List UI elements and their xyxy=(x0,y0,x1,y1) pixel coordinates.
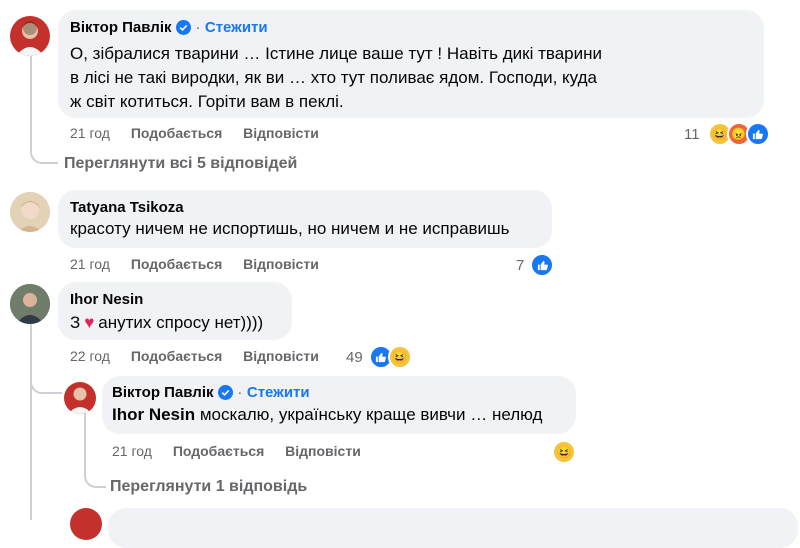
reactions-summary[interactable]: 😆 xyxy=(552,440,576,464)
reply-actions: 21 год Подобається Відповісти xyxy=(112,443,378,459)
reply-button[interactable]: Відповісти xyxy=(285,443,361,459)
verified-icon xyxy=(175,20,191,40)
comment-author[interactable]: Tatyana Tsikoza xyxy=(70,199,184,216)
view-replies-link[interactable]: Переглянути всі 5 відповідей xyxy=(64,155,297,173)
reply-text: москалю, українську краще вивчи … нелюд xyxy=(199,405,543,424)
comment-author[interactable]: Ihor Nesin xyxy=(70,291,143,308)
comment-bubble: Ihor Nesin З ♥ анутих спросу нет)))) xyxy=(58,282,292,340)
like-reaction-icon xyxy=(530,253,555,277)
reactions-count: 7 xyxy=(516,256,525,274)
comment-bubble: Tatyana Tsikoza красоту ничем не испорти… xyxy=(58,190,552,248)
thread-connector xyxy=(84,462,106,488)
comment-text-suffix: анутих спросу нет)))) xyxy=(98,313,264,332)
comment-text: Ihor Nesin москалю, українську краще вив… xyxy=(112,403,542,427)
comment-author[interactable]: Віктор Павлік xyxy=(112,384,214,401)
comment-timestamp[interactable]: 21 год xyxy=(70,256,110,272)
like-button[interactable]: Подобається xyxy=(131,125,222,141)
comment-timestamp[interactable]: 21 год xyxy=(112,443,152,459)
separator-dot: · xyxy=(237,384,243,401)
haha-reaction-icon: 😆 xyxy=(552,440,576,464)
heart-doodle-icon: ♥ xyxy=(84,313,95,332)
reply-button[interactable]: Відповісти xyxy=(243,348,319,364)
view-replies-link[interactable]: Переглянути 1 відповідь xyxy=(110,478,307,496)
reply-button[interactable]: Відповісти xyxy=(243,256,319,272)
avatar-image xyxy=(10,192,50,232)
avatar[interactable] xyxy=(10,16,50,56)
follow-button[interactable]: Стежити xyxy=(247,384,310,401)
comment-text: О, зібралися тварини … Істине лице ваше … xyxy=(70,44,603,111)
reactions-count: 11 xyxy=(684,125,700,143)
comment-actions: 21 год Подобається Відповісти xyxy=(70,125,336,141)
comment-timestamp[interactable]: 21 год xyxy=(70,125,110,141)
thread-connector xyxy=(30,140,58,164)
like-reaction-icon xyxy=(745,122,770,146)
reactions-summary[interactable]: 11 😆 😠 xyxy=(684,122,770,146)
avatar[interactable] xyxy=(70,508,102,540)
comment-author[interactable]: Віктор Павлік xyxy=(70,19,172,36)
thread-connector xyxy=(30,368,62,394)
thread-line xyxy=(30,50,32,148)
comment-timestamp[interactable]: 22 год xyxy=(70,348,110,364)
avatar-image xyxy=(10,284,50,324)
reactions-count: 49 xyxy=(346,348,363,366)
verified-icon xyxy=(217,385,233,405)
reply-button[interactable]: Відповісти xyxy=(243,125,319,141)
like-button[interactable]: Подобається xyxy=(131,256,222,272)
avatar[interactable] xyxy=(10,284,50,324)
mention-link[interactable]: Ihor Nesin xyxy=(112,405,195,424)
follow-button[interactable]: Стежити xyxy=(205,19,268,36)
separator-dot: · xyxy=(195,19,201,36)
comment-actions: 21 год Подобається Відповісти xyxy=(70,256,336,272)
avatar[interactable] xyxy=(64,382,96,414)
comment-text: красоту ничем не испортишь, но ничем и н… xyxy=(70,219,510,238)
avatar[interactable] xyxy=(10,192,50,232)
comment-bubble: Віктор Павлік · Стежити О, зібралися тва… xyxy=(58,10,764,118)
thread-line xyxy=(30,320,32,520)
like-button[interactable]: Подобається xyxy=(131,348,222,364)
comment-text-prefix: З xyxy=(70,313,81,332)
avatar-image xyxy=(16,21,44,56)
like-button[interactable]: Подобається xyxy=(173,443,264,459)
reactions-summary[interactable]: 49 😆 xyxy=(346,345,412,369)
reactions-summary[interactable]: 7 xyxy=(516,253,555,277)
comment-actions: 22 год Подобається Відповісти xyxy=(70,348,336,364)
comment-text: З ♥ анутих спросу нет)))) xyxy=(70,311,263,335)
avatar-image xyxy=(68,387,92,414)
comment-bubble xyxy=(108,508,798,548)
reply-bubble: Віктор Павлік · Стежити Ihor Nesin моска… xyxy=(102,376,576,434)
haha-reaction-icon: 😆 xyxy=(387,345,412,369)
